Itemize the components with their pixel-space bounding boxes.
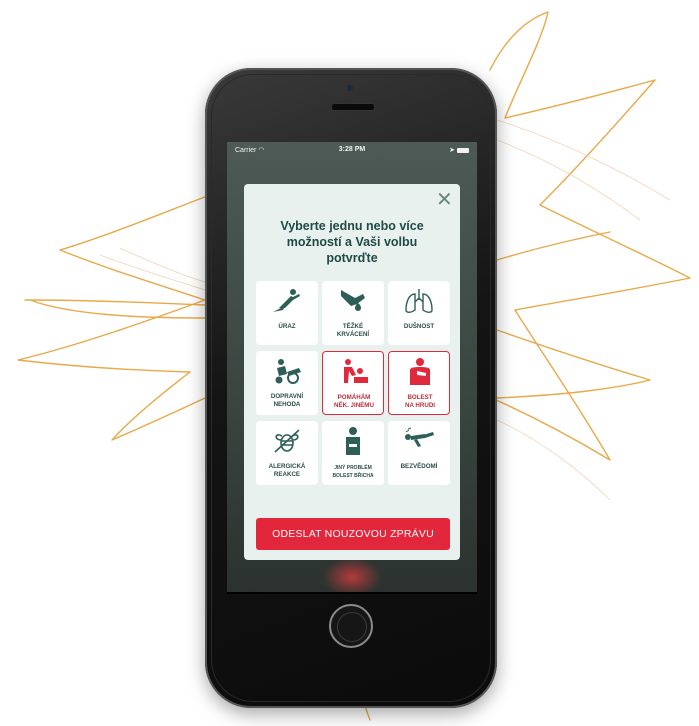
- unconscious-person-icon: [405, 427, 434, 447]
- option-dopravni-nehoda[interactable]: DOPRAVNÍ NEHODA: [256, 351, 318, 415]
- option-bezvedomi[interactable]: BEZVĚDOMÍ: [388, 421, 450, 485]
- title-line-2: možností a Vaši volbu: [286, 235, 418, 249]
- option-label: BEZVĚDOMÍ: [388, 463, 450, 471]
- label-line: BOLEST BŘICHA: [332, 472, 374, 479]
- background-glow: [322, 557, 382, 592]
- label-line: BEZVĚDOMÍ: [400, 463, 438, 470]
- battery-icon: [457, 147, 469, 153]
- option-bolest-na-hrudi[interactable]: BOLEST NA HRUDI: [388, 351, 450, 415]
- lungs-icon: [405, 289, 433, 313]
- title-line-1: Vyberte jednu nebo více: [280, 219, 424, 233]
- helping-person-icon: [344, 359, 368, 383]
- title-line-3: potvrďte: [326, 251, 378, 265]
- phone-frame: Carrier ◠ 3:28 PM ➤ ✕ Vyberte jednu nebo…: [205, 68, 497, 708]
- label-line: DUŠNOST: [403, 323, 435, 330]
- option-uraz[interactable]: ÚRAZ: [256, 281, 318, 345]
- option-label: TĚŽKÉ KRVÁCENÍ: [322, 323, 384, 338]
- chest-pain-icon: [410, 358, 430, 385]
- status-time: 3:28 PM: [338, 146, 366, 153]
- option-jiny-problem[interactable]: JINÝ PROBLÉM BOLEST BŘICHA: [322, 421, 384, 485]
- option-label: DUŠNOST: [388, 323, 450, 331]
- earpiece-speaker: [331, 103, 375, 111]
- label-line: DOPRAVNÍ: [270, 393, 304, 400]
- option-label: DOPRAVNÍ NEHODA: [256, 393, 318, 408]
- option-label: ÚRAZ: [256, 323, 318, 331]
- home-button-ring: [337, 612, 367, 642]
- label-line: KRVÁCENÍ: [336, 330, 370, 338]
- label-line: NEHODA: [273, 400, 301, 408]
- label-line: POMÁHÁM: [337, 394, 371, 401]
- traffic-accident-icon: [275, 359, 301, 384]
- front-camera: [347, 85, 353, 91]
- label-line: REAKCE: [273, 470, 301, 478]
- send-emergency-message-button[interactable]: ODESLAT NOUZOVOU ZPRÁVU: [256, 518, 450, 550]
- label-line: ÚRAZ: [278, 323, 296, 330]
- status-bar: Carrier ◠ 3:28 PM ➤: [227, 142, 477, 158]
- emergency-options-modal: ✕ Vyberte jednu nebo více možností a Vaš…: [244, 184, 460, 560]
- option-alergicka-reakce[interactable]: ALERGICKÁ REAKCE: [256, 421, 318, 485]
- label-line: NĚK. JINÉMU: [334, 401, 374, 409]
- label-line: ALERGICKÁ: [268, 463, 306, 470]
- status-right: ➤: [449, 146, 469, 154]
- option-tezke-krvaceni[interactable]: TĚŽKÉ KRVÁCENÍ: [322, 281, 384, 345]
- option-label: JINÝ PROBLÉM BOLEST BŘICHA: [322, 465, 384, 480]
- stomach-pain-icon: [346, 427, 360, 455]
- bleeding-hand-icon: [341, 290, 365, 311]
- option-label: BOLEST NA HRUDI: [389, 394, 451, 409]
- close-icon[interactable]: ✕: [436, 190, 453, 210]
- fall-injury-icon: [273, 289, 300, 312]
- home-button[interactable]: [329, 604, 373, 648]
- label-line: JINÝ PROBLÉM: [334, 465, 372, 471]
- bee-allergy-icon: [274, 429, 300, 453]
- option-label: POMÁHÁM NĚK. JINÉMU: [323, 394, 385, 409]
- option-label: ALERGICKÁ REAKCE: [256, 463, 318, 478]
- label-line: TĚŽKÉ: [342, 323, 364, 330]
- label-line: BOLEST: [407, 394, 433, 401]
- modal-title: Vyberte jednu nebo více možností a Vaši …: [244, 218, 460, 266]
- option-pomaham-jinemu[interactable]: POMÁHÁM NĚK. JINÉMU: [322, 351, 384, 415]
- label-line: NA HRUDI: [404, 401, 436, 409]
- option-dusnost[interactable]: DUŠNOST: [388, 281, 450, 345]
- location-arrow-icon: ➤: [449, 147, 456, 154]
- screen-bottom-edge: [227, 592, 477, 594]
- phone-screen: Carrier ◠ 3:28 PM ➤ ✕ Vyberte jednu nebo…: [227, 142, 477, 592]
